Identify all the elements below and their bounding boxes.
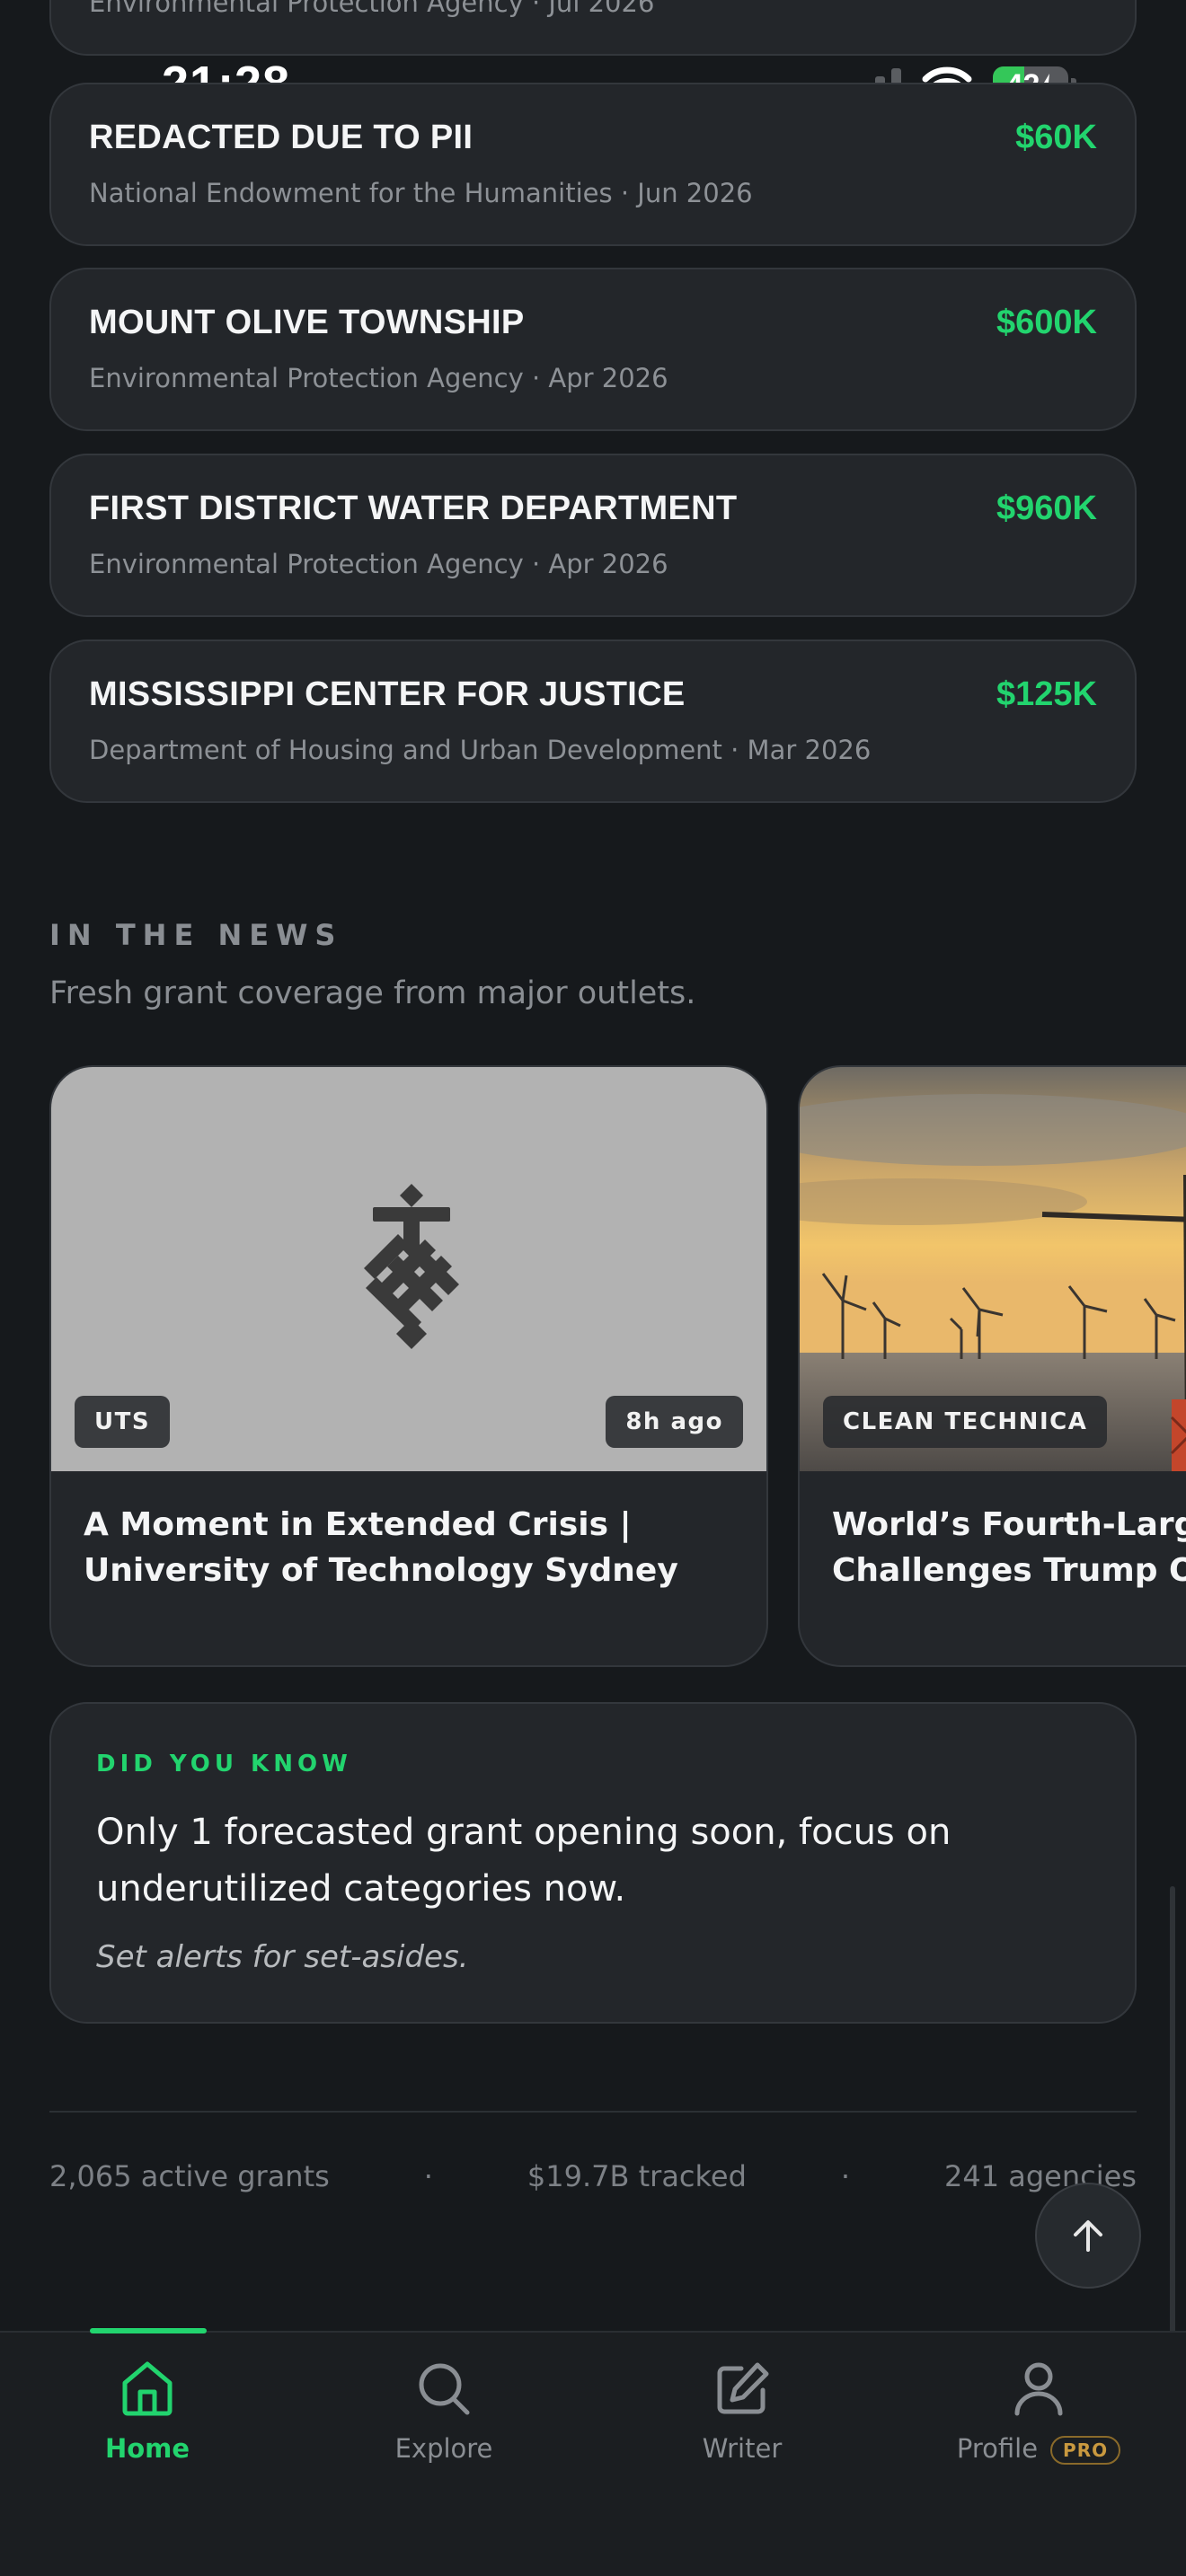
grant-card[interactable]: REDACTED DUE TO PII $60K National Endowm… — [49, 83, 1137, 246]
news-headline-line: Challenges Trump On C — [832, 1552, 1186, 1589]
search-icon — [419, 2363, 470, 2415]
tab-bar: Home Explore Writer Profile PRO — [0, 2328, 1186, 2576]
tab-writer[interactable]: Writer — [688, 2360, 796, 2464]
news-headline-line: University of Technology Sydney — [84, 1552, 678, 1589]
news-headline: World’s Fourth-Largest Challenges Trump … — [832, 1502, 1186, 1593]
grant-meta: Environmental Protection Agency · Apr 20… — [89, 363, 668, 393]
tab-profile[interactable]: Profile PRO — [934, 2360, 1143, 2465]
grant-card-partial[interactable]: Environmental Protection Agency · Jul 20… — [49, 0, 1137, 56]
news-headline-line: World’s Fourth-Largest — [832, 1506, 1186, 1543]
grant-name: MISSISSIPPI CENTER FOR JUSTICE — [89, 675, 686, 713]
news-card[interactable]: CLEAN TECHNICA World’s Fourth-Largest Ch… — [798, 1065, 1186, 1667]
tab-label: Profile PRO — [956, 2433, 1121, 2465]
grant-amount: $60K — [1015, 119, 1097, 156]
scroll-to-top-button[interactable] — [1035, 2183, 1141, 2289]
news-headline: A Moment in Extended Crisis | University… — [84, 1502, 739, 1593]
news-age-tag: 8h ago — [606, 1396, 743, 1448]
grant-meta: Environmental Protection Agency · Apr 20… — [89, 549, 668, 579]
news-source-tag: UTS — [75, 1396, 171, 1448]
stat-tracked: $19.7B tracked — [527, 2159, 747, 2193]
grant-amount: $125K — [996, 675, 1097, 713]
tab-active-indicator — [90, 2328, 207, 2333]
grant-amount: $960K — [996, 490, 1097, 527]
grant-meta: Environmental Protection Agency · Jul 20… — [89, 0, 655, 18]
did-you-know-tip: Set alerts for set-asides. — [96, 1939, 469, 1975]
news-card[interactable]: UTS 8h ago A Moment in Extended Crisis |… — [49, 1065, 768, 1667]
stat-separator: · — [840, 2159, 851, 2193]
grant-name: FIRST DISTRICT WATER DEPARTMENT — [89, 490, 738, 527]
divider — [49, 2111, 1137, 2113]
tab-label: Home — [104, 2433, 190, 2464]
did-you-know-body: Only 1 forecasted grant opening soon, fo… — [96, 1812, 951, 1910]
arrow-up-icon — [1074, 2220, 1102, 2252]
stat-separator: · — [423, 2159, 433, 2193]
edit-icon — [717, 2362, 769, 2414]
grant-meta: Department of Housing and Urban Developm… — [89, 735, 872, 765]
news-headline-line: A Moment in Extended Crisis | — [84, 1506, 632, 1543]
did-you-know-label: DID YOU KNOW — [96, 1751, 352, 1778]
news-section-subtitle: Fresh grant coverage from major outlets. — [49, 975, 696, 1011]
tab-profile-label: Profile — [956, 2433, 1039, 2464]
tab-explore[interactable]: Explore — [381, 2360, 507, 2464]
grant-name: REDACTED DUE TO PII — [89, 119, 474, 156]
news-section-title: IN THE NEWS — [49, 918, 343, 952]
news-image: UTS 8h ago — [51, 1067, 766, 1471]
grant-card[interactable]: MOUNT OLIVE TOWNSHIP $600K Environmental… — [49, 268, 1137, 431]
grant-card[interactable]: MISSISSIPPI CENTER FOR JUSTICE $125K Dep… — [49, 640, 1137, 803]
grant-name: MOUNT OLIVE TOWNSHIP — [89, 304, 525, 341]
stats-row: 2,065 active grants · $19.7B tracked · 2… — [49, 2159, 1137, 2193]
tab-home[interactable]: Home — [92, 2360, 203, 2464]
news-source-tag: CLEAN TECHNICA — [823, 1396, 1108, 1448]
user-icon — [1014, 2362, 1063, 2416]
did-you-know-card: DID YOU KNOW Only 1 forecasted grant ope… — [49, 1702, 1137, 2024]
uts-logo-icon — [364, 1184, 459, 1349]
grant-meta: National Endowment for the Humanities · … — [89, 178, 753, 208]
tab-label: Explore — [394, 2433, 493, 2464]
tab-label: Writer — [702, 2433, 783, 2464]
stat-active-grants: 2,065 active grants — [49, 2159, 330, 2193]
home-icon — [122, 2361, 173, 2416]
grant-amount: $600K — [996, 304, 1097, 341]
news-image: CLEAN TECHNICA — [800, 1067, 1186, 1471]
grant-card[interactable]: FIRST DISTRICT WATER DEPARTMENT $960K En… — [49, 454, 1137, 617]
pro-badge: PRO — [1050, 2436, 1121, 2465]
